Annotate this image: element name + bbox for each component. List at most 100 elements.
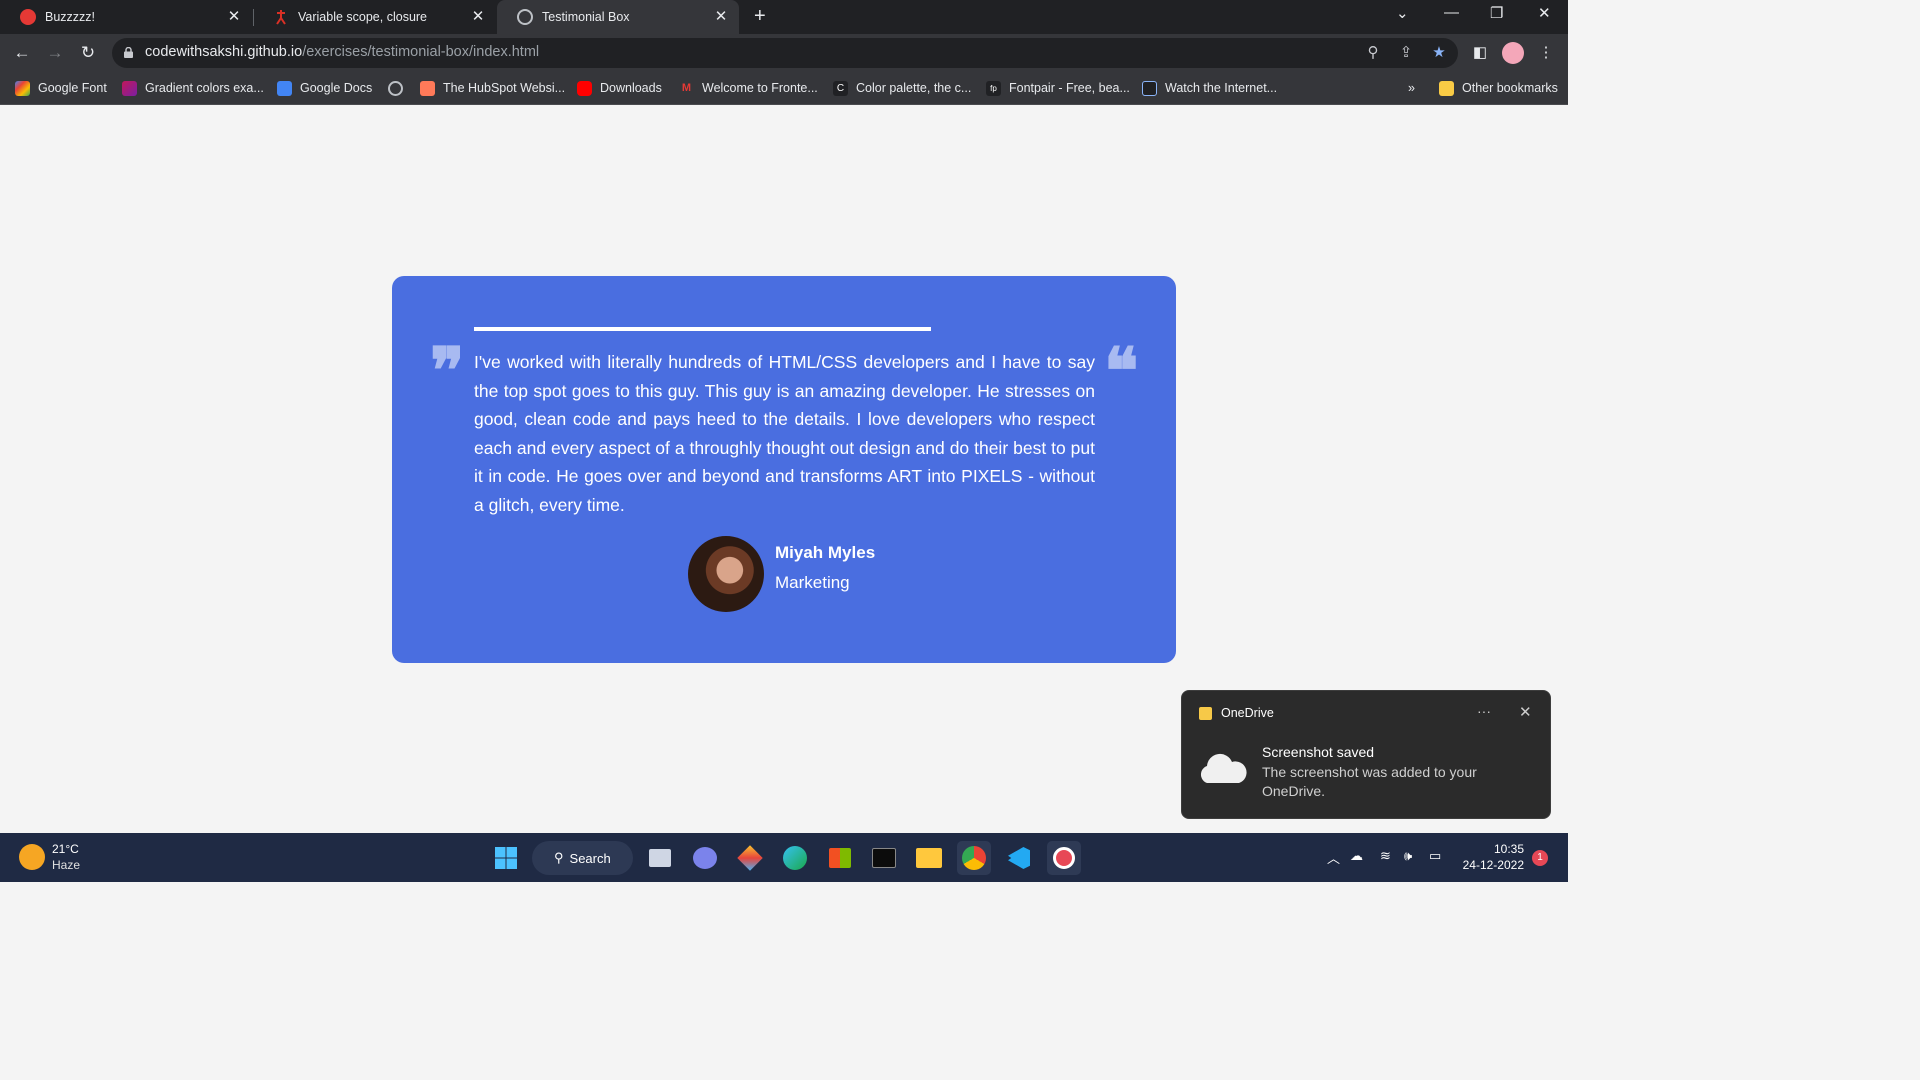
window-close-button[interactable]: ✕ — [1538, 4, 1551, 22]
clock-date: 24-12-2022 — [1462, 858, 1524, 872]
tab-title: Testimonial Box — [542, 10, 630, 24]
tab-title: Buzzzzz! — [45, 10, 96, 24]
bookmark-google-font[interactable]: Google Font — [15, 79, 107, 97]
teams-chat-button[interactable] — [688, 841, 722, 875]
cloud-icon — [1200, 753, 1247, 783]
more-options-button[interactable]: ··· — [1477, 703, 1491, 719]
vscode-button[interactable] — [1002, 841, 1036, 875]
taskbar: 21°C Haze ⚲ Search ︿ ☁ ≋ 🕪 ▭ 10:35 24-12-… — [0, 833, 1568, 882]
task-view-button[interactable] — [643, 841, 677, 875]
restore-button[interactable]: ❐ — [1490, 4, 1503, 22]
bookmark-globe[interactable] — [388, 79, 403, 97]
bookmark-label: Google Docs — [300, 81, 373, 95]
bookmark-favicon-icon — [1142, 80, 1157, 96]
bookmarks-bar: Google Font Gradient colors exa... Googl… — [0, 72, 1568, 105]
figure-icon — [273, 9, 289, 25]
person-role: Marketing — [775, 573, 850, 592]
menu-icon[interactable]: ⋮ — [1536, 43, 1556, 63]
bookmark-fontpair[interactable]: fp Fontpair - Free, bea... — [986, 79, 1130, 97]
bookmark-label: Google Font — [38, 81, 107, 95]
back-button[interactable]: ← — [12, 43, 32, 63]
bookmark-label: Welcome to Fronte... — [702, 81, 818, 95]
other-bookmarks[interactable]: Other bookmarks — [1439, 79, 1558, 97]
bookmark-color-palette[interactable]: C Color palette, the c... — [833, 79, 971, 97]
coolors-icon: C — [833, 80, 848, 96]
onedrive-notification[interactable]: OneDrive ··· ✕ Screenshot saved The scre… — [1181, 690, 1551, 819]
sun-haze-icon[interactable] — [19, 844, 45, 870]
wifi-icon[interactable]: ≋ — [1380, 848, 1391, 864]
bookmark-label: Color palette, the c... — [856, 81, 972, 95]
share-icon[interactable]: ⇪ — [1397, 44, 1415, 62]
chat-icon — [693, 847, 717, 869]
address-bar[interactable]: codewithsakshi.github.io/exercises/testi… — [112, 38, 1458, 68]
toast-app-name: OneDrive — [1221, 706, 1274, 720]
bookmark-gradient-colors[interactable]: Gradient colors exa... — [122, 79, 264, 97]
notification-badge[interactable]: 1 — [1532, 850, 1548, 866]
tab-variable-scope[interactable]: Variable scope, closure ✕ — [253, 0, 496, 34]
bookmark-google-docs[interactable]: Google Docs — [277, 79, 372, 97]
forward-button[interactable]: → — [45, 43, 65, 63]
chrome-button[interactable] — [957, 841, 991, 875]
search-icon: ⚲ — [554, 850, 564, 865]
onedrive-app-icon — [1199, 707, 1212, 720]
snip-icon — [1053, 847, 1075, 869]
bookmark-label: Downloads — [600, 81, 662, 95]
url-host: codewithsakshi.github.io — [145, 44, 303, 60]
bookmark-label: Gradient colors exa... — [145, 81, 264, 95]
chevron-up-icon[interactable]: ︿ — [1327, 848, 1340, 867]
tab-testimonial-box[interactable]: Testimonial Box ✕ — [497, 0, 739, 34]
person-name: Miyah Myles — [775, 543, 876, 562]
system-clock[interactable]: 10:35 24-12-2022 — [1462, 841, 1524, 873]
start-button[interactable] — [489, 841, 523, 875]
minimize-button[interactable]: — — [1444, 4, 1459, 21]
task-view-icon — [649, 849, 671, 867]
bookmark-frontend-mentor[interactable]: M Welcome to Fronte... — [679, 79, 818, 97]
bookmark-star-icon[interactable]: ★ — [1430, 44, 1448, 62]
tab-buzzzzz[interactable]: Buzzzzz! ✕ — [0, 0, 252, 34]
gradient-icon — [122, 80, 137, 96]
volume-icon[interactable]: 🕪 — [1404, 848, 1412, 864]
zoom-icon[interactable]: ⚲ — [1364, 44, 1382, 62]
bookmark-watch-internet[interactable]: Watch the Internet... — [1142, 79, 1277, 97]
google-fonts-icon — [15, 80, 30, 96]
bookmark-label: The HubSpot Websi... — [443, 81, 566, 95]
store-button[interactable] — [823, 841, 857, 875]
search-label: Search — [569, 850, 611, 866]
close-icon[interactable]: ✕ — [713, 9, 729, 25]
new-tab-button[interactable]: + — [754, 6, 766, 26]
folder-icon — [1439, 80, 1454, 96]
windows-icon — [495, 847, 517, 869]
bookmark-downloads[interactable]: Downloads — [577, 79, 662, 97]
weather-temperature[interactable]: 21°C — [52, 842, 79, 856]
battery-icon[interactable]: ▭ — [1429, 848, 1441, 864]
bookmark-label: Fontpair - Free, bea... — [1009, 81, 1130, 95]
taskbar-search[interactable]: ⚲ Search — [532, 841, 633, 875]
toast-message: The screenshot was added to your OneDriv… — [1262, 764, 1477, 799]
tab-search-chevron-icon[interactable]: ⌄ — [1396, 4, 1409, 22]
onedrive-tray-icon[interactable]: ☁ — [1350, 848, 1363, 864]
toast-title: Screenshot saved — [1262, 744, 1375, 760]
bookmarks-overflow-button[interactable]: » — [1408, 79, 1415, 97]
docs-icon — [277, 80, 292, 96]
progress-bar — [474, 327, 931, 331]
close-icon[interactable]: ✕ — [1519, 703, 1532, 721]
url-text: codewithsakshi.github.io/exercises/testi… — [145, 44, 539, 60]
tomato-icon — [20, 9, 36, 25]
close-icon[interactable]: ✕ — [470, 9, 486, 25]
file-explorer-button[interactable] — [912, 841, 946, 875]
git-app-button[interactable] — [733, 841, 767, 875]
terminal-button[interactable] — [867, 841, 901, 875]
screenshot-tool-button[interactable] — [1047, 841, 1081, 875]
weather-description[interactable]: Haze — [52, 858, 80, 872]
close-icon[interactable]: ✕ — [226, 9, 242, 25]
bookmark-hubspot[interactable]: The HubSpot Websi... — [420, 79, 565, 97]
avatar — [688, 536, 764, 612]
quote-right-icon: ❞ — [430, 334, 465, 409]
avatar[interactable] — [1502, 42, 1524, 64]
side-panel-icon[interactable]: ◧ — [1470, 43, 1490, 63]
reload-button[interactable]: ↻ — [78, 43, 98, 63]
edge-button[interactable] — [778, 841, 812, 875]
chrome-icon — [962, 846, 986, 870]
tab-title: Variable scope, closure — [298, 10, 428, 24]
lock-icon — [124, 47, 133, 58]
